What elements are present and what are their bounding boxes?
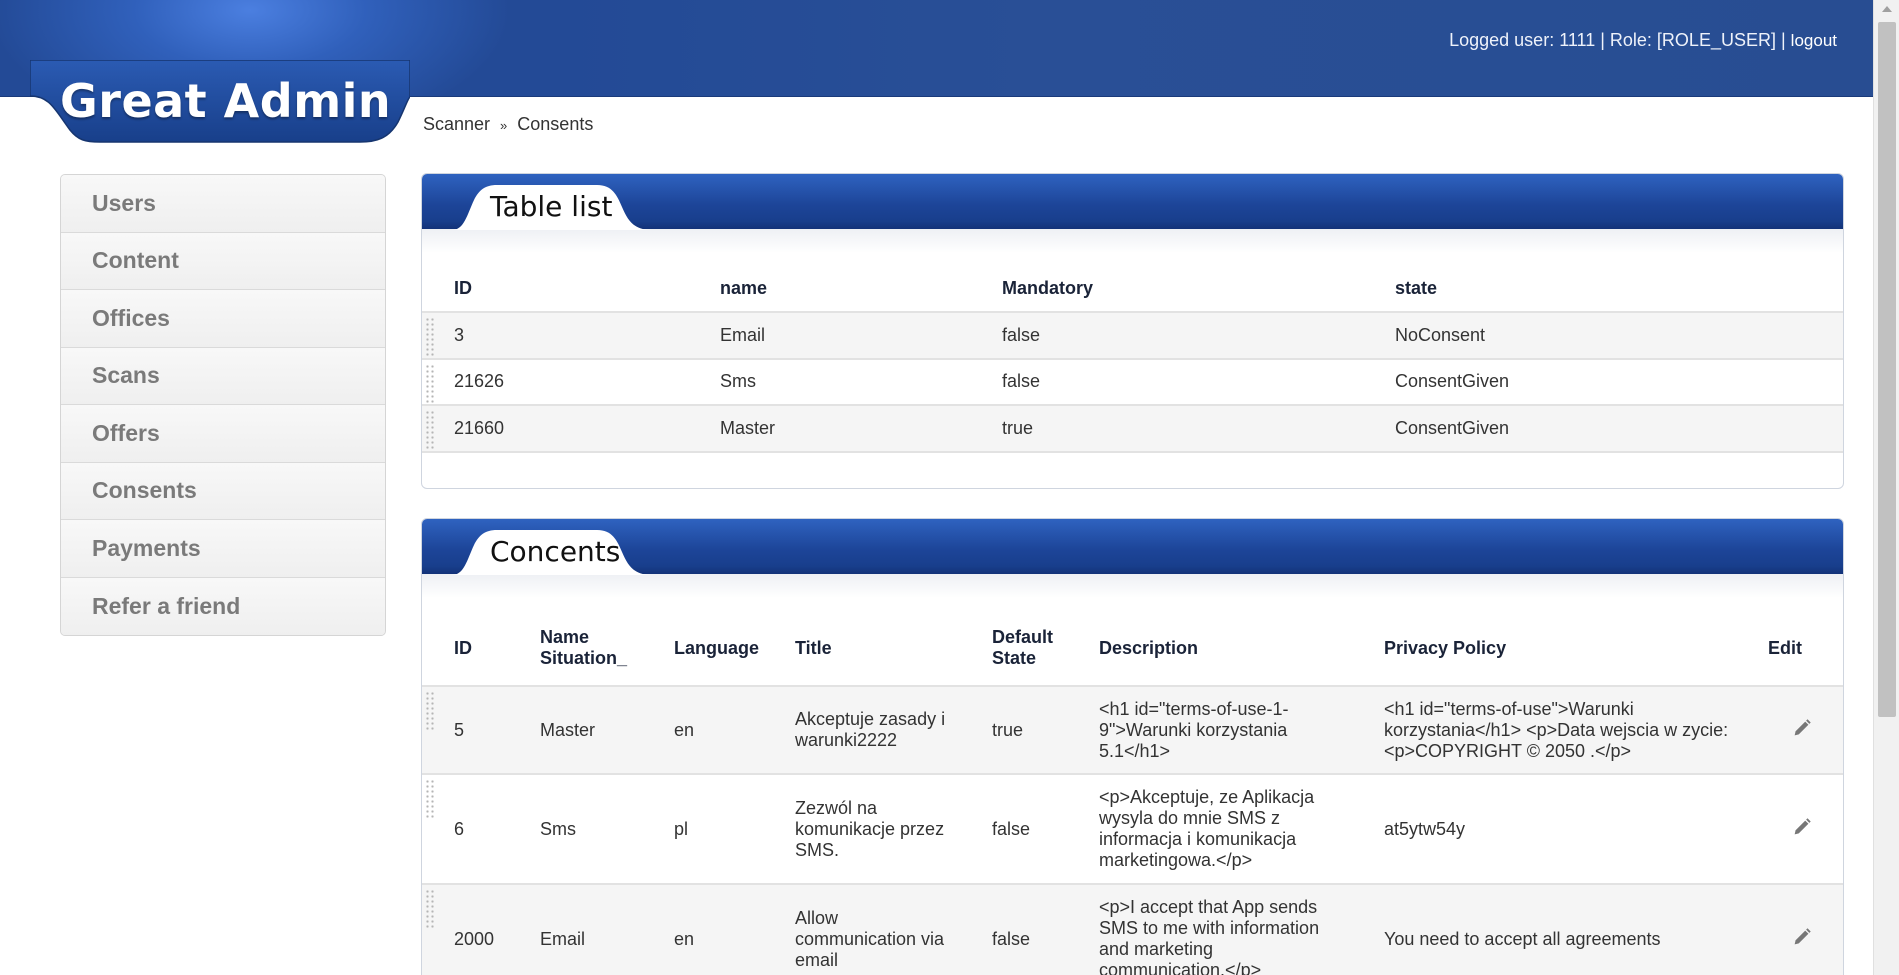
column-header-default-state[interactable]: Default State <box>960 611 1067 686</box>
table-header-row: ID Name Situation_ Language Title Defaul… <box>422 611 1843 686</box>
column-header-id[interactable]: ID <box>422 611 508 686</box>
sidebar-item-content[interactable]: Content <box>61 232 385 290</box>
logo: Great Admin <box>60 74 392 128</box>
drag-handle-icon[interactable] <box>425 691 435 731</box>
concents-panel: Concents ID Name Situation_ Language Tit… <box>421 518 1844 975</box>
table-list-panel: Table list ID name Mandatory state 3 Ema… <box>421 173 1844 489</box>
cell-mandatory: false <box>1002 371 1041 392</box>
drag-handle-icon[interactable] <box>425 317 435 357</box>
table-row[interactable]: 5 Master en Akceptuje zasady i warunki22… <box>422 686 1843 774</box>
panel-shade <box>422 229 1843 253</box>
pencil-icon[interactable] <box>1791 717 1813 739</box>
column-header-edit: Edit <box>1768 637 1802 658</box>
cell-default-state: false <box>992 818 1031 839</box>
cell-default-state: false <box>992 928 1031 949</box>
table-header-row: ID name Mandatory state <box>422 266 1843 312</box>
table-row[interactable]: 6 Sms pl Zezwól na komunikacje przez SMS… <box>422 774 1843 884</box>
sidebar-item-users[interactable]: Users <box>61 175 385 233</box>
page: Great Admin Logged user: 1111 | Role: [R… <box>0 0 1899 975</box>
logout-link[interactable]: logout <box>1791 31 1837 50</box>
breadcrumb: Scanner » Consents <box>423 114 593 135</box>
column-header-state[interactable]: state <box>1363 266 1843 312</box>
cell-state: ConsentGiven <box>1395 417 1510 438</box>
column-header-name-situation[interactable]: Name Situation_ <box>508 611 642 686</box>
cell-id: 21626 <box>454 371 505 392</box>
sidebar-item-offers[interactable]: Offers <box>61 405 385 463</box>
sidebar-item-consents[interactable]: Consents <box>61 462 385 520</box>
concents-table: ID Name Situation_ Language Title Defaul… <box>422 611 1843 975</box>
column-header-language[interactable]: Language <box>642 611 763 686</box>
scroll-up-arrow-icon[interactable] <box>1882 6 1892 12</box>
cell-id: 2000 <box>454 928 495 949</box>
scrollbar[interactable] <box>1873 0 1899 975</box>
scroll-thumb[interactable] <box>1878 22 1896 717</box>
cell-description: <p>Akceptuje, ze Aplikacja wysyla do mni… <box>1099 787 1315 870</box>
breadcrumb-separator: » <box>500 118 508 133</box>
panel-title: Table list <box>490 190 613 223</box>
cell-privacy-policy: You need to accept all agreements <box>1384 928 1661 949</box>
cell-language: en <box>674 928 695 949</box>
cell-name-situation: Email <box>540 928 586 949</box>
column-header-id[interactable]: ID <box>422 266 688 312</box>
panel-header: Table list <box>422 174 1843 230</box>
pencil-icon[interactable] <box>1791 816 1813 838</box>
cell-language: pl <box>674 818 689 839</box>
cell-language: en <box>674 719 695 740</box>
sidebar-item-payments[interactable]: Payments <box>61 520 385 578</box>
table-row[interactable]: 21626 Sms false ConsentGiven <box>422 358 1843 405</box>
column-header-description[interactable]: Description <box>1067 611 1352 686</box>
column-header-privacy-policy[interactable]: Privacy Policy <box>1352 611 1760 686</box>
cell-mandatory: false <box>1002 324 1041 345</box>
cell-title: Zezwól na komunikacje przez SMS. <box>795 797 945 860</box>
table-list-table: ID name Mandatory state 3 Email false No… <box>422 266 1843 453</box>
user-info: Logged user: 1111 | Role: [ROLE_USER] | … <box>1449 30 1837 51</box>
cell-state: ConsentGiven <box>1395 371 1510 392</box>
column-header-mandatory[interactable]: Mandatory <box>970 266 1363 312</box>
table-row[interactable]: 21660 Master true ConsentGiven <box>422 405 1843 452</box>
cell-title: Allow communication via email <box>795 907 945 970</box>
cell-mandatory: true <box>1002 417 1034 438</box>
panel-title: Concents <box>490 535 621 568</box>
drag-handle-icon[interactable] <box>425 889 435 929</box>
column-header-name[interactable]: name <box>688 266 970 312</box>
cell-privacy-policy: at5ytw54y <box>1384 818 1466 839</box>
sidebar-item-refer-a-friend[interactable]: Refer a friend <box>61 577 385 635</box>
panel-shade <box>422 574 1843 598</box>
cell-name: Sms <box>720 371 756 392</box>
table-row[interactable]: 2000 Email en Allow communication via em… <box>422 884 1843 975</box>
pencil-icon[interactable] <box>1791 926 1813 948</box>
cell-default-state: true <box>992 719 1024 740</box>
table-row[interactable]: 3 Email false NoConsent <box>422 312 1843 359</box>
breadcrumb-item-consents: Consents <box>517 114 594 134</box>
cell-privacy-policy: <h1 id="terms-of-use">Warunki korzystani… <box>1384 698 1729 761</box>
cell-id: 5 <box>454 719 465 740</box>
cell-state: NoConsent <box>1395 324 1486 345</box>
column-header-title[interactable]: Title <box>763 611 960 686</box>
logged-user-text: Logged user: 1111 | Role: [ROLE_USER] | <box>1449 30 1786 50</box>
cell-description: <p>I accept that App sends SMS to me wit… <box>1099 897 1320 975</box>
cell-name: Master <box>720 417 776 438</box>
cell-id: 3 <box>454 324 465 345</box>
drag-handle-icon[interactable] <box>425 779 435 819</box>
cell-description: <h1 id="terms-of-use-1-9">Warunki korzys… <box>1099 698 1289 761</box>
cell-name-situation: Sms <box>540 818 576 839</box>
sidebar-item-offices[interactable]: Offices <box>61 290 385 348</box>
cell-id: 21660 <box>454 417 505 438</box>
cell-name: Email <box>720 324 766 345</box>
panel-header: Concents <box>422 519 1843 575</box>
drag-handle-icon[interactable] <box>425 410 435 450</box>
cell-id: 6 <box>454 818 465 839</box>
cell-title: Akceptuje zasady i warunki2222 <box>795 709 946 750</box>
cell-name-situation: Master <box>540 719 596 740</box>
breadcrumb-item-scanner[interactable]: Scanner <box>423 114 490 134</box>
drag-handle-icon[interactable] <box>425 363 435 404</box>
sidebar: Users Content Offices Scans Offers Conse… <box>60 174 386 636</box>
sidebar-item-scans[interactable]: Scans <box>61 347 385 405</box>
